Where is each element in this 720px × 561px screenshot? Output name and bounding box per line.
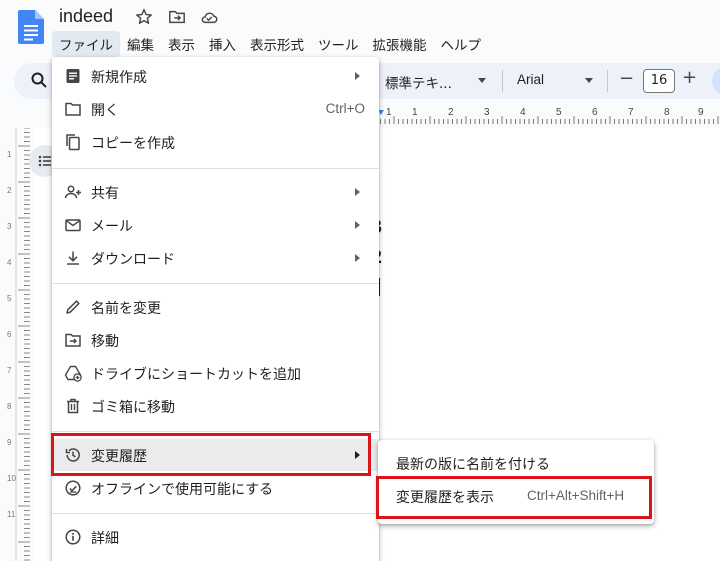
menu-item-label: オフラインで使用可能にする xyxy=(91,482,274,498)
chevron-down-icon[interactable] xyxy=(478,78,486,83)
file-menu-move[interactable]: 移動 xyxy=(52,324,379,356)
horizontal-ruler[interactable]: 1 1 2 3 4 5 6 7 8 9 xyxy=(376,104,720,128)
vertical-ruler[interactable]: 1 2 3 4 5 6 7 8 9 10 11 xyxy=(6,128,34,561)
menu-item-label: 開く xyxy=(91,103,119,119)
ruler-number: 5 xyxy=(556,107,562,118)
menu-help[interactable]: ヘルプ xyxy=(434,31,489,57)
menu-divider xyxy=(52,283,379,284)
folder-open-icon xyxy=(65,102,81,116)
menu-item-label: 名前を変更 xyxy=(91,301,161,317)
annotation-highlight-version-history xyxy=(51,433,371,476)
annotation-highlight-see-version-history xyxy=(376,476,652,519)
font-family-dropdown[interactable]: Arial xyxy=(517,72,544,87)
menu-item-shortcut: Ctrl+O xyxy=(325,101,365,116)
file-menu-rename[interactable]: 名前を変更 xyxy=(52,291,379,323)
file-menu-download[interactable]: ダウンロード xyxy=(52,242,379,274)
file-menu-add-shortcut[interactable]: ドライブにショートカットを追加 xyxy=(52,357,379,389)
decrease-font-size-button[interactable]: − xyxy=(619,68,634,89)
mail-icon xyxy=(65,219,81,232)
submenu-arrow-icon xyxy=(355,188,360,196)
ruler-number: 2 xyxy=(448,107,454,118)
ruler-number: 11 xyxy=(7,510,16,519)
menu-format[interactable]: 表示形式 xyxy=(243,31,311,57)
ruler-number: 2 xyxy=(7,186,12,195)
move-folder-icon xyxy=(65,333,81,347)
ruler-number: 9 xyxy=(698,107,704,118)
document-title[interactable]: indeed xyxy=(59,6,113,27)
share-person-icon xyxy=(64,185,81,199)
ruler-number: 1 xyxy=(412,107,418,118)
cloud-icon[interactable] xyxy=(200,8,218,26)
download-icon xyxy=(67,251,79,265)
menu-item-label: メール xyxy=(91,219,133,235)
ruler-number: 4 xyxy=(520,107,526,118)
ruler-number: 5 xyxy=(7,294,12,303)
font-size-input[interactable]: 16 xyxy=(643,69,675,93)
menu-item-label: 移動 xyxy=(91,334,119,350)
name-current-version-item[interactable]: 最新の版に名前を付ける xyxy=(396,454,550,474)
file-menu-copy[interactable]: コピーを作成 xyxy=(52,126,379,158)
file-menu-email[interactable]: メール xyxy=(52,209,379,241)
ruler-number: 1 xyxy=(386,107,392,118)
pencil-icon xyxy=(66,300,80,314)
ruler-number: 8 xyxy=(664,107,670,118)
menu-tools[interactable]: ツール xyxy=(311,31,366,57)
star-icon[interactable] xyxy=(135,8,153,26)
menu-divider xyxy=(52,168,379,169)
ruler-number: 10 xyxy=(7,474,16,483)
submenu-arrow-icon xyxy=(355,72,360,80)
paragraph-style-dropdown[interactable]: 標準テキ... xyxy=(385,72,452,92)
menu-view[interactable]: 表示 xyxy=(161,31,202,57)
file-menu: 新規作成 開く Ctrl+O コピーを作成 共有 メール ダウンロード 名前を変… xyxy=(52,57,379,561)
menu-item-label: 共有 xyxy=(91,186,119,202)
increase-font-size-button[interactable]: + xyxy=(682,67,697,88)
menu-edit[interactable]: 編集 xyxy=(120,31,161,57)
ruler-number: 9 xyxy=(7,438,12,447)
move-folder-icon[interactable] xyxy=(168,8,186,26)
toolbar-divider xyxy=(607,70,608,92)
file-menu-open[interactable]: 開く Ctrl+O xyxy=(52,93,379,125)
menu-file[interactable]: ファイル xyxy=(52,31,120,57)
ruler-number: 7 xyxy=(7,366,12,375)
new-document-icon xyxy=(66,69,80,83)
menu-insert[interactable]: 挿入 xyxy=(202,31,243,57)
drive-shortcut-icon xyxy=(64,365,82,382)
ruler-number: 7 xyxy=(628,107,634,118)
file-menu-trash[interactable]: ゴミ箱に移動 xyxy=(52,390,379,422)
search-icon[interactable] xyxy=(30,71,48,89)
info-icon xyxy=(65,529,81,545)
ruler-number: 3 xyxy=(484,107,490,118)
toolbar-divider xyxy=(502,70,503,92)
menu-extensions[interactable]: 拡張機能 xyxy=(366,31,434,57)
ruler-number: 6 xyxy=(592,107,598,118)
menu-item-label: ダウンロード xyxy=(91,252,175,268)
ruler-number: 6 xyxy=(7,330,12,339)
file-menu-new[interactable]: 新規作成 xyxy=(52,60,379,92)
menu-item-label: 詳細 xyxy=(91,531,119,547)
menu-bar: ファイル 編集 表示 挿入 表示形式 ツール 拡張機能 ヘルプ xyxy=(52,31,489,57)
ruler-number: 1 xyxy=(7,150,12,159)
ruler-number: 4 xyxy=(7,258,12,267)
submenu-arrow-icon xyxy=(355,221,360,229)
menu-divider xyxy=(52,513,379,514)
chevron-down-icon[interactable] xyxy=(585,78,593,83)
menu-item-label: コピーを作成 xyxy=(91,136,175,152)
menu-item-label: ドライブにショートカットを追加 xyxy=(91,367,301,383)
submenu-arrow-icon xyxy=(355,254,360,262)
file-menu-details[interactable]: 詳細 xyxy=(52,521,379,553)
file-menu-share[interactable]: 共有 xyxy=(52,176,379,208)
menu-item-label: 新規作成 xyxy=(91,70,147,86)
ruler-number: 3 xyxy=(7,222,12,231)
copy-icon xyxy=(66,134,80,151)
menu-item-label: ゴミ箱に移動 xyxy=(91,400,175,416)
menu-divider xyxy=(52,431,379,432)
offline-check-icon xyxy=(65,480,81,496)
trash-icon xyxy=(67,398,79,414)
file-menu-offline[interactable]: オフラインで使用可能にする xyxy=(52,472,379,504)
ruler-number: 8 xyxy=(7,402,12,411)
